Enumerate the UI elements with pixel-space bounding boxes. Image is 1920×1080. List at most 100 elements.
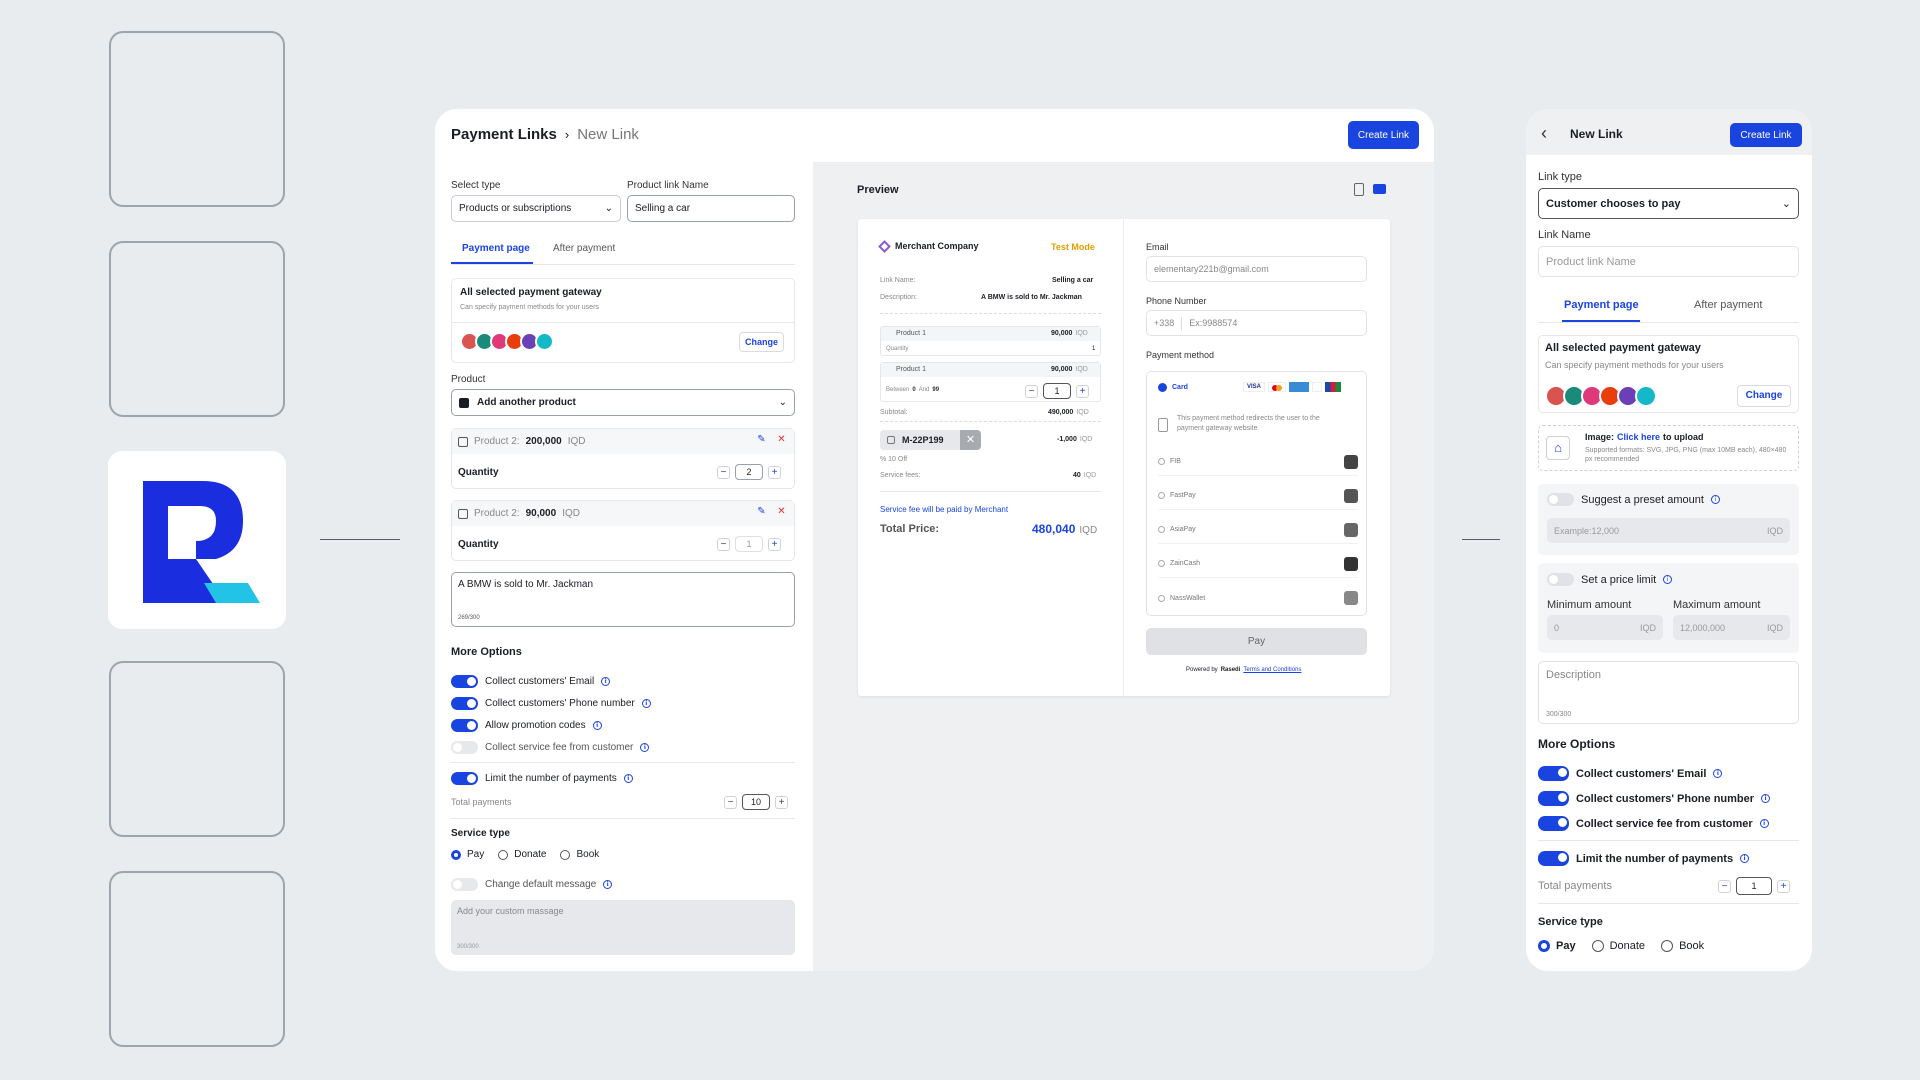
delete-icon[interactable]: ✕ xyxy=(775,434,788,447)
total-payments-value[interactable]: 1 xyxy=(1736,877,1772,895)
select-type-dropdown[interactable]: Products or subscriptions ⌄ xyxy=(451,195,621,222)
limit-toggle[interactable] xyxy=(451,772,478,785)
phone-code[interactable]: +338 xyxy=(1154,318,1174,328)
tab-after-payment[interactable]: After payment xyxy=(1694,299,1762,311)
radio-button[interactable] xyxy=(560,849,571,860)
description-textarea[interactable]: A BMW is sold to Mr. Jackman 269/300 xyxy=(451,572,795,627)
remove-coupon-icon[interactable]: ✕ xyxy=(960,430,981,450)
decrement-button[interactable]: − xyxy=(724,795,737,809)
option-promo[interactable]: Allow promotion codes i xyxy=(451,719,602,732)
email-toggle[interactable] xyxy=(1538,766,1569,781)
quantity-stepper[interactable]: − 1 + xyxy=(717,536,781,552)
phone-input[interactable]: +338 Ex:9988574 xyxy=(1146,310,1367,336)
desktop-view-icon[interactable] xyxy=(1373,184,1386,194)
radio-pay[interactable]: Pay xyxy=(451,849,484,860)
tab-payment-page[interactable]: Payment page xyxy=(462,243,530,254)
preset-toggle[interactable] xyxy=(1547,493,1574,506)
radio-book[interactable]: Book xyxy=(560,849,599,860)
decrement-button[interactable]: − xyxy=(717,537,730,551)
mobile-view-icon[interactable] xyxy=(1354,183,1364,196)
pay-button[interactable]: Pay xyxy=(1146,628,1367,655)
max-amount-input[interactable]: 12,000,000 IQD xyxy=(1673,615,1790,640)
change-gateway-button[interactable]: Change xyxy=(1737,385,1791,407)
edit-icon[interactable]: ✎ xyxy=(755,506,768,519)
custom-message-textarea[interactable]: Add your custom massage 300/300 xyxy=(451,900,795,955)
option-service-fee[interactable]: Collect service fee from customer i xyxy=(1538,816,1769,831)
terms-link[interactable]: Terms and Conditions xyxy=(1243,667,1301,673)
option-email[interactable]: Collect customers' Email i xyxy=(451,675,611,688)
option-change-message[interactable]: Change default message i xyxy=(451,878,613,891)
increment-button[interactable]: + xyxy=(1777,879,1790,893)
tab-after-payment[interactable]: After payment xyxy=(553,243,615,254)
price-limit-toggle[interactable] xyxy=(1547,573,1574,586)
radio-button[interactable] xyxy=(451,849,461,860)
change-gateway-button[interactable]: Change xyxy=(739,332,784,352)
gateway-option-zaincash[interactable]: ZainCash xyxy=(1158,550,1358,578)
radio-button[interactable] xyxy=(1591,940,1604,952)
radio-button[interactable] xyxy=(1158,492,1165,499)
stepper-value[interactable]: 1 xyxy=(1043,383,1071,399)
back-icon[interactable]: ‹ xyxy=(1541,124,1547,142)
card-option[interactable]: Card xyxy=(1158,383,1188,392)
radio-button[interactable] xyxy=(1158,526,1165,533)
quantity-value[interactable]: 2 xyxy=(735,464,763,480)
fee-toggle[interactable] xyxy=(1538,816,1569,831)
option-limit[interactable]: Limit the number of payments i xyxy=(451,772,633,785)
gateway-option-nasswallet[interactable]: NassWallet xyxy=(1158,584,1358,612)
description-textarea[interactable]: Description 300/300 xyxy=(1538,661,1799,724)
option-preset[interactable]: Suggest a preset amount i xyxy=(1547,493,1720,506)
radio-book[interactable]: Book xyxy=(1661,940,1704,952)
radio-donate[interactable]: Donate xyxy=(1591,940,1645,952)
edit-icon[interactable]: ✎ xyxy=(755,434,768,447)
radio-button[interactable] xyxy=(1661,940,1674,952)
radio-donate[interactable]: Donate xyxy=(498,849,546,860)
email-toggle[interactable] xyxy=(451,675,478,688)
radio-button[interactable] xyxy=(1158,560,1165,567)
add-product-dropdown[interactable]: Add another product ⌄ xyxy=(451,389,795,416)
gateway-option-fastpay[interactable]: FastPay xyxy=(1158,482,1358,510)
total-payments-stepper[interactable]: − 10 + xyxy=(724,794,788,810)
gateway-option-asiapay[interactable]: AsiaPay xyxy=(1158,516,1358,544)
phone-toggle[interactable] xyxy=(451,697,478,710)
decrement-button[interactable]: − xyxy=(1718,879,1731,893)
fee-toggle[interactable] xyxy=(451,741,478,754)
link-name-input[interactable]: Product link Name xyxy=(1538,246,1799,277)
increment-button[interactable]: + xyxy=(775,795,788,809)
decrement-button[interactable]: − xyxy=(1025,384,1038,398)
increment-button[interactable]: + xyxy=(1076,384,1089,398)
click-here-link[interactable]: Click here xyxy=(1617,432,1660,442)
radio-button[interactable] xyxy=(1538,940,1550,952)
quantity-value[interactable]: 1 xyxy=(735,536,763,552)
option-phone[interactable]: Collect customers' Phone number i xyxy=(451,697,651,710)
option-phone[interactable]: Collect customers' Phone number i xyxy=(1538,791,1771,806)
promo-toggle[interactable] xyxy=(451,719,478,732)
limit-toggle[interactable] xyxy=(1538,851,1569,866)
radio-button[interactable] xyxy=(1158,594,1165,602)
breadcrumb-root[interactable]: Payment Links xyxy=(451,126,557,143)
option-service-fee[interactable]: Collect service fee from customer i xyxy=(451,741,650,754)
create-link-button[interactable]: Create Link xyxy=(1348,121,1419,149)
increment-button[interactable]: + xyxy=(768,537,781,551)
option-price-limit[interactable]: Set a price limit i xyxy=(1547,573,1673,586)
total-payments-stepper[interactable]: − 1 + xyxy=(1718,877,1790,895)
phone-toggle[interactable] xyxy=(1538,791,1569,806)
option-email[interactable]: Collect customers' Email i xyxy=(1538,766,1723,781)
increment-button[interactable]: + xyxy=(768,465,781,479)
option-limit[interactable]: Limit the number of payments i xyxy=(1538,851,1750,866)
product-link-name-input[interactable]: Selling a car xyxy=(627,195,795,222)
decrement-button[interactable]: − xyxy=(717,465,730,479)
preview-stepper[interactable]: − 1 + xyxy=(1025,383,1089,399)
preset-input[interactable]: Example:12,000 IQD xyxy=(1547,518,1790,543)
link-type-dropdown[interactable]: Customer chooses to pay ⌄ xyxy=(1538,188,1799,219)
gateway-option-fib[interactable]: FIB xyxy=(1158,448,1358,476)
tab-payment-page[interactable]: Payment page xyxy=(1564,299,1639,311)
mobile-create-link-button[interactable]: Create Link xyxy=(1730,123,1802,147)
radio-button[interactable] xyxy=(498,849,509,860)
email-input[interactable]: elementary221b@gmail.com xyxy=(1146,256,1367,282)
quantity-stepper[interactable]: − 2 + xyxy=(717,464,781,480)
radio-button[interactable] xyxy=(1158,458,1165,465)
total-payments-value[interactable]: 10 xyxy=(742,794,770,810)
message-toggle[interactable] xyxy=(451,878,478,891)
delete-icon[interactable]: ✕ xyxy=(775,506,788,519)
min-amount-input[interactable]: 0 IQD xyxy=(1547,615,1663,640)
